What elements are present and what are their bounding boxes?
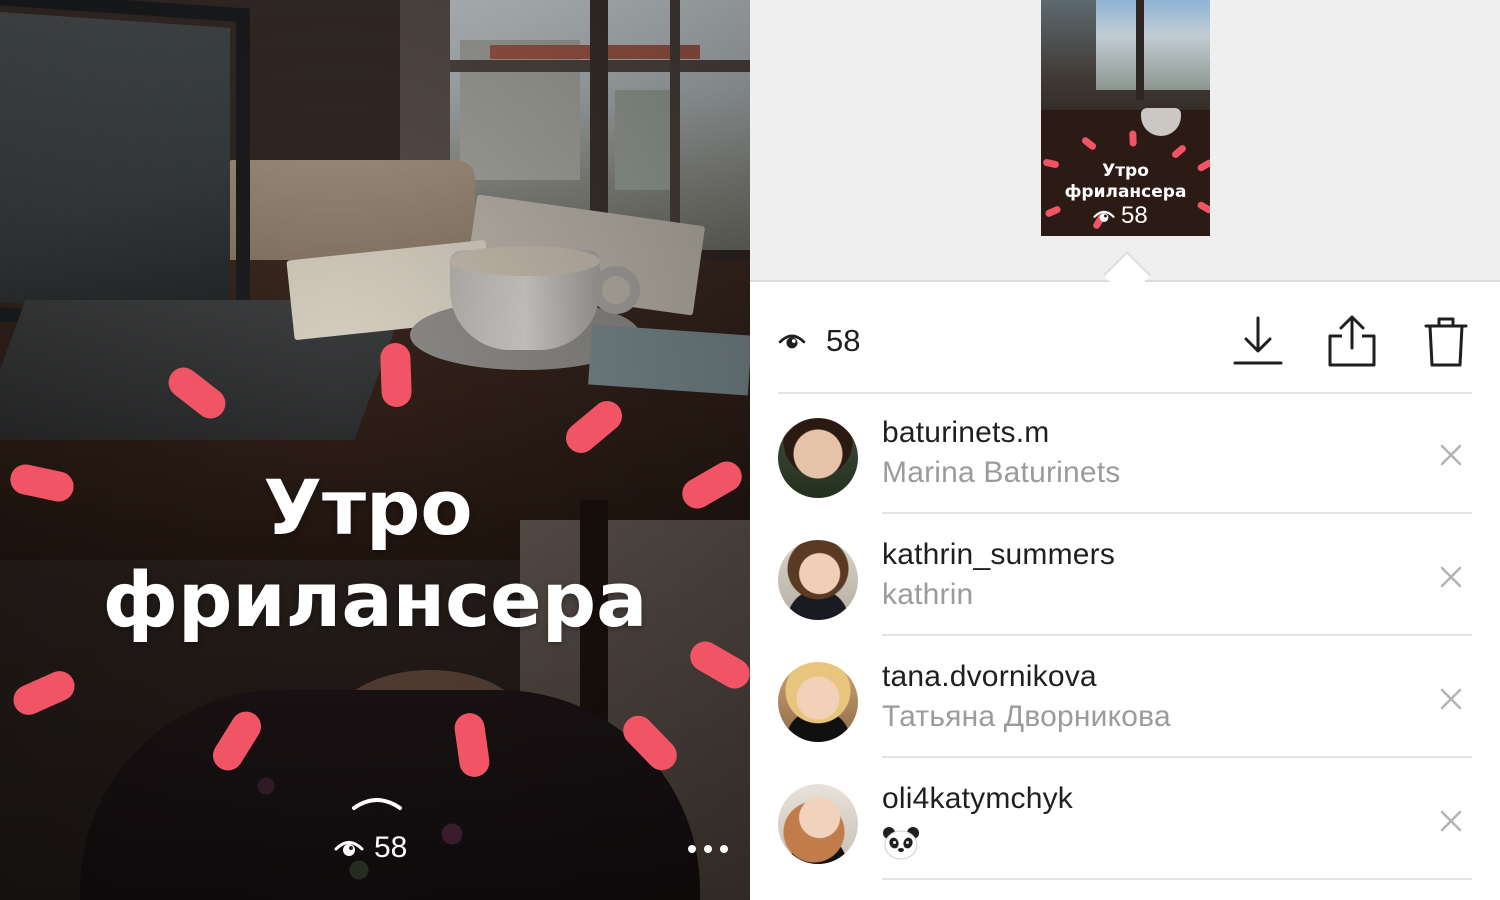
viewer-row[interactable]: baturinets.m Marina Baturinets (778, 396, 1472, 518)
thumb-photo-window (1096, 0, 1210, 90)
avatar[interactable] (778, 662, 858, 742)
thumb-view-count: 58 (1093, 202, 1148, 230)
eye-icon (1093, 210, 1115, 222)
sticker-dash (379, 342, 413, 408)
viewer-row[interactable]: kathrin_summers kathrin (778, 518, 1472, 640)
chevron-up-icon[interactable] (350, 790, 404, 812)
thumbnail-strip: Утро фрилансера 58 (750, 0, 1500, 300)
thumb-title-line-1: Утро (1102, 161, 1149, 181)
close-icon[interactable] (1438, 686, 1464, 712)
viewers-panel: Утро фрилансера 58 58 baturinets.m Marin… (750, 0, 1500, 900)
share-icon[interactable] (1326, 314, 1378, 368)
download-icon[interactable] (1232, 314, 1284, 368)
avatar[interactable] (778, 418, 858, 498)
viewer-full-name: Marina Baturinets (882, 456, 1121, 489)
thumb-title-line-2: фрилансера (1064, 182, 1187, 202)
avatar[interactable] (778, 784, 858, 864)
story-view-count[interactable]: 58 (334, 828, 407, 868)
viewer-row[interactable]: oli4katymchyk (778, 762, 1472, 884)
story-view[interactable]: Утро фрилансера 58 (0, 0, 750, 900)
viewer-username[interactable]: tana.dvornikova (882, 660, 1097, 694)
thumb-photo-frame (1136, 0, 1144, 100)
eye-icon (778, 334, 806, 349)
viewer-full-name: kathrin (882, 578, 974, 611)
panda-icon (883, 827, 919, 860)
viewer-full-name: Татьяна Дворникова (882, 700, 1171, 733)
more-options-icon[interactable] (688, 838, 728, 860)
close-icon[interactable] (1438, 564, 1464, 590)
story-view-count-value: 58 (374, 831, 408, 864)
photo-vignette (0, 0, 750, 900)
trash-icon[interactable] (1420, 314, 1472, 368)
viewer-username[interactable]: kathrin_summers (882, 538, 1115, 572)
row-divider (882, 756, 1472, 758)
eye-icon (334, 841, 364, 856)
row-divider (882, 634, 1472, 636)
thumb-view-count-value: 58 (1121, 202, 1148, 229)
view-count: 58 (778, 320, 860, 362)
close-icon[interactable] (1438, 808, 1464, 834)
row-divider (882, 878, 1472, 880)
story-title-line-2: фрилансера (102, 555, 648, 644)
thumbnail-pointer (1102, 250, 1152, 300)
stats-bar: 58 (778, 300, 1472, 394)
story-thumbnail[interactable]: Утро фрилансера 58 (1041, 0, 1210, 236)
close-icon[interactable] (1438, 442, 1464, 468)
viewer-username[interactable]: oli4katymchyk (882, 782, 1073, 816)
viewer-row[interactable]: tana.dvornikova Татьяна Дворникова (778, 640, 1472, 762)
story-title-line-1: Утро (263, 463, 473, 552)
row-divider (882, 512, 1472, 514)
view-count-value: 58 (826, 323, 861, 358)
avatar[interactable] (778, 540, 858, 620)
viewer-username[interactable]: baturinets.m (882, 416, 1049, 450)
thumb-sticker-dash (1129, 130, 1137, 147)
